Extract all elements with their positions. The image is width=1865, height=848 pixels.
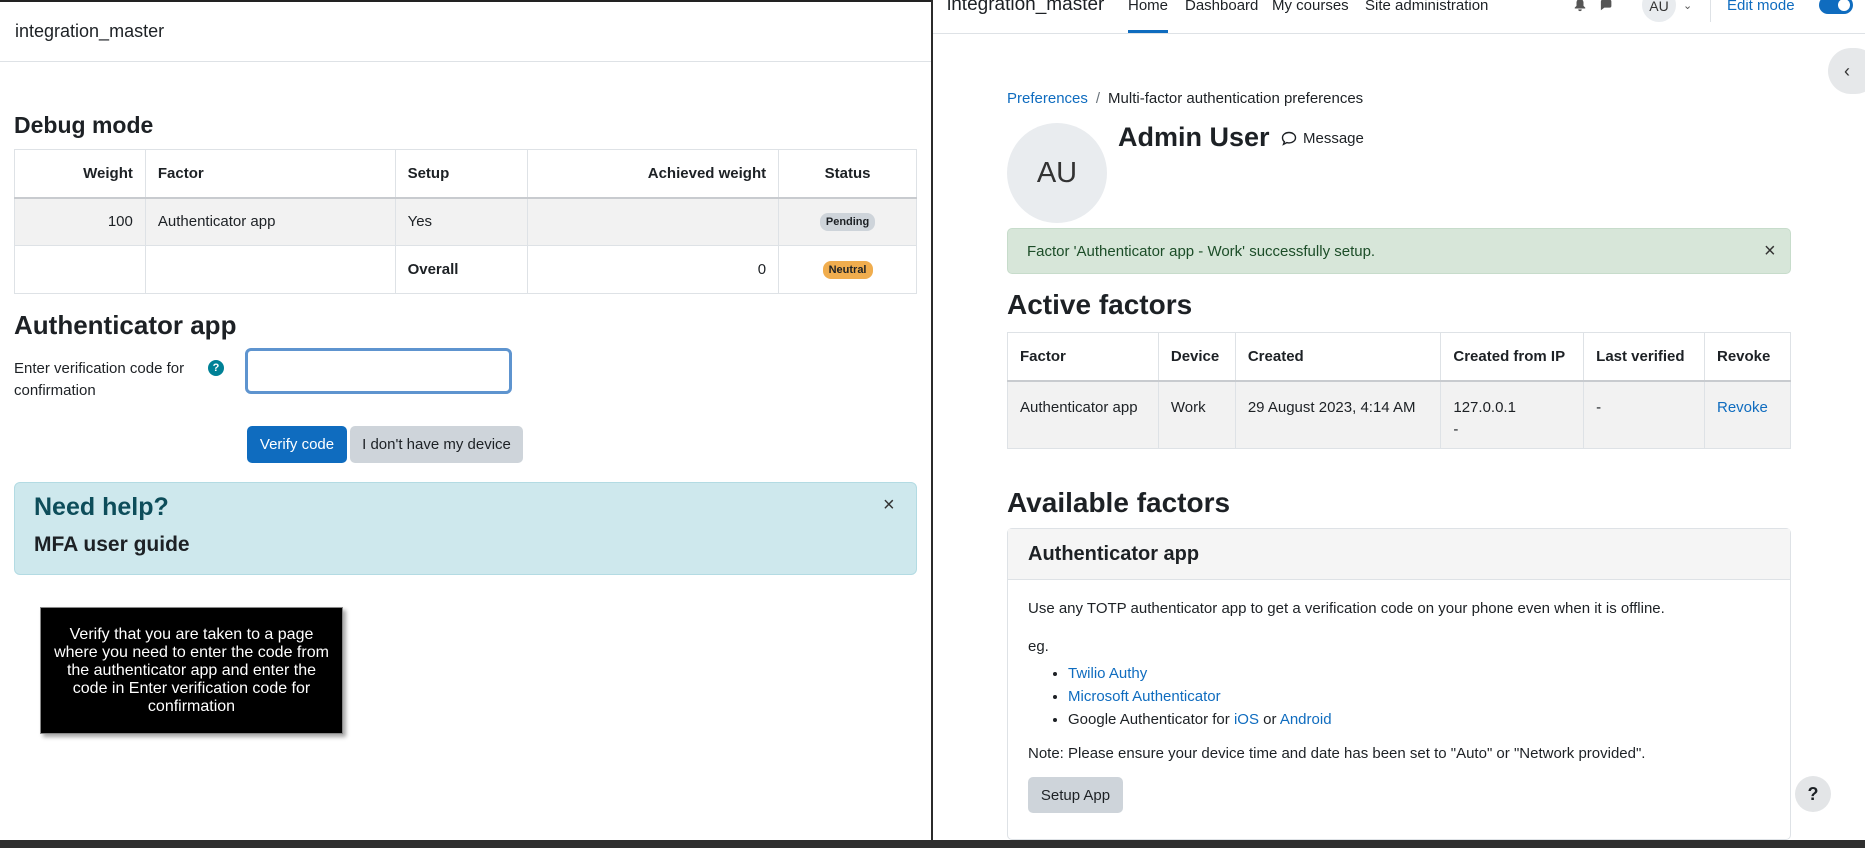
status-cell: Pending bbox=[778, 197, 917, 246]
debug-table: Weight Factor Setup Achieved weight Stat… bbox=[14, 149, 917, 294]
col-device: Device bbox=[1157, 332, 1236, 381]
card-note: Note: Please ensure your device time and… bbox=[1028, 745, 1646, 762]
created-cell: 29 August 2023, 4:14 AM bbox=[1234, 380, 1442, 449]
brand-name[interactable]: integration_master bbox=[947, 0, 1104, 16]
nav-divider bbox=[1710, 0, 1711, 22]
taskbar bbox=[0, 840, 1865, 848]
setup-cell: Yes bbox=[394, 197, 529, 246]
chevron-left-icon: ‹ bbox=[1844, 60, 1850, 81]
authenticator-heading: Authenticator app bbox=[14, 310, 237, 340]
table-row: Authenticator app Work 29 August 2023, 4… bbox=[1007, 380, 1792, 449]
breadcrumb-preferences[interactable]: Preferences bbox=[1007, 90, 1088, 107]
table-row-overall: Overall 0 Neutral bbox=[14, 245, 917, 294]
twilio-authy-link[interactable]: Twilio Authy bbox=[1068, 665, 1147, 682]
edit-mode-toggle[interactable] bbox=[1819, 0, 1853, 14]
success-message: Factor 'Authenticator app - Work' succes… bbox=[1027, 242, 1376, 260]
avatar: AU bbox=[1007, 123, 1107, 223]
android-link[interactable]: Android bbox=[1280, 711, 1332, 728]
verification-code-input[interactable] bbox=[245, 348, 512, 394]
active-factors-table: Factor Device Created Created from IP La… bbox=[1007, 332, 1792, 449]
need-help-title: Need help? bbox=[34, 493, 169, 521]
list-item: Microsoft Authenticator bbox=[1068, 685, 1770, 708]
success-alert: Factor 'Authenticator app - Work' succes… bbox=[1007, 228, 1791, 274]
table-header-row: Weight Factor Setup Achieved weight Stat… bbox=[14, 149, 917, 198]
chat-icon[interactable] bbox=[1599, 0, 1615, 16]
col-weight: Weight bbox=[14, 149, 146, 198]
authenticator-app-card: Authenticator app Use any TOTP authentic… bbox=[1007, 528, 1791, 840]
list-item: Google Authenticator for iOS or Android bbox=[1068, 708, 1770, 731]
setup-app-button[interactable]: Setup App bbox=[1028, 777, 1123, 813]
no-device-button[interactable]: I don't have my device bbox=[350, 426, 523, 463]
close-icon[interactable]: × bbox=[883, 495, 895, 515]
col-revoke: Revoke bbox=[1703, 332, 1792, 381]
help-button[interactable]: ? bbox=[1795, 776, 1831, 812]
table-row: 100 Authenticator app Yes Pending bbox=[14, 197, 917, 246]
list-item: Twilio Authy bbox=[1068, 662, 1770, 685]
debug-heading: Debug mode bbox=[14, 112, 154, 138]
verify-code-button[interactable]: Verify code bbox=[247, 426, 347, 463]
chevron-down-icon[interactable]: ⌄ bbox=[1683, 0, 1692, 12]
col-created-from-ip: Created from IP bbox=[1440, 332, 1585, 381]
overall-status-cell: Neutral bbox=[778, 245, 917, 294]
message-button[interactable]: Message bbox=[1281, 130, 1364, 147]
status-badge-pending: Pending bbox=[819, 213, 876, 232]
left-window: integration_master Debug mode Weight Fac… bbox=[0, 0, 931, 840]
available-factors-heading: Available factors bbox=[1007, 487, 1231, 518]
col-created: Created bbox=[1234, 332, 1442, 381]
col-setup: Setup bbox=[394, 149, 529, 198]
col-factor: Factor bbox=[1007, 332, 1159, 381]
verification-code-label: Enter verification code for confirmation bbox=[14, 360, 185, 399]
nav-site-administration[interactable]: Site administration bbox=[1365, 0, 1488, 14]
overall-label: Overall bbox=[394, 245, 529, 294]
site-title[interactable]: integration_master bbox=[15, 21, 164, 42]
top-navbar: integration_master Home Dashboard My cou… bbox=[933, 0, 1865, 34]
col-last-verified: Last verified bbox=[1583, 332, 1705, 381]
active-factors-heading: Active factors bbox=[1007, 289, 1193, 320]
message-label: Message bbox=[1303, 130, 1364, 147]
user-avatar[interactable]: AU bbox=[1642, 0, 1676, 22]
device-cell: Work bbox=[1157, 380, 1236, 449]
app-list: Twilio Authy Microsoft Authenticator Goo… bbox=[1068, 662, 1770, 731]
card-description: Use any TOTP authenticator app to get a … bbox=[1028, 600, 1665, 617]
nav-my-courses[interactable]: My courses bbox=[1272, 0, 1349, 14]
instruction-tooltip: Verify that you are taken to a page wher… bbox=[40, 607, 343, 734]
revoke-link[interactable]: Revoke bbox=[1717, 399, 1768, 416]
bell-icon[interactable] bbox=[1573, 0, 1587, 16]
card-title: Authenticator app bbox=[1008, 529, 1790, 580]
col-achieved-weight: Achieved weight bbox=[527, 149, 780, 198]
weight-cell: 100 bbox=[14, 197, 146, 246]
card-body: Use any TOTP authenticator app to get a … bbox=[1008, 580, 1790, 833]
ios-link[interactable]: iOS bbox=[1234, 711, 1259, 728]
ip-cell: 127.0.0.1- bbox=[1440, 380, 1585, 449]
last-verified-cell: - bbox=[1583, 380, 1705, 449]
achieved-cell bbox=[527, 197, 780, 246]
close-icon[interactable]: × bbox=[1764, 241, 1776, 261]
table-header-row: Factor Device Created Created from IP La… bbox=[1007, 332, 1792, 381]
right-window: integration_master Home Dashboard My cou… bbox=[933, 0, 1865, 840]
left-header: integration_master bbox=[0, 2, 931, 62]
mfa-user-guide-link[interactable]: MFA user guide bbox=[34, 533, 190, 557]
nav-dashboard[interactable]: Dashboard bbox=[1185, 0, 1258, 14]
factor-cell: Authenticator app bbox=[1007, 380, 1159, 449]
revoke-cell: Revoke bbox=[1703, 380, 1792, 449]
message-icon bbox=[1281, 131, 1297, 146]
col-factor: Factor bbox=[144, 149, 396, 198]
breadcrumb: Preferences / Multi-factor authentication … bbox=[1007, 90, 1364, 107]
overall-achieved: 0 bbox=[527, 245, 780, 294]
page-title: Admin User bbox=[1118, 122, 1270, 152]
help-icon[interactable]: ? bbox=[208, 360, 224, 376]
factor-cell: Authenticator app bbox=[144, 197, 396, 246]
edit-mode-label[interactable]: Edit mode bbox=[1727, 0, 1795, 14]
eg-label: eg. bbox=[1028, 638, 1049, 655]
col-status: Status bbox=[778, 149, 917, 198]
microsoft-authenticator-link[interactable]: Microsoft Authenticator bbox=[1068, 688, 1221, 705]
breadcrumb-current: Multi-factor authentication preferences bbox=[1108, 90, 1364, 107]
drawer-toggle-button[interactable]: ‹ bbox=[1828, 48, 1865, 94]
nav-home[interactable]: Home bbox=[1128, 0, 1169, 33]
need-help-alert: Need help? MFA user guide × bbox=[14, 482, 917, 575]
status-badge-neutral: Neutral bbox=[822, 261, 873, 279]
